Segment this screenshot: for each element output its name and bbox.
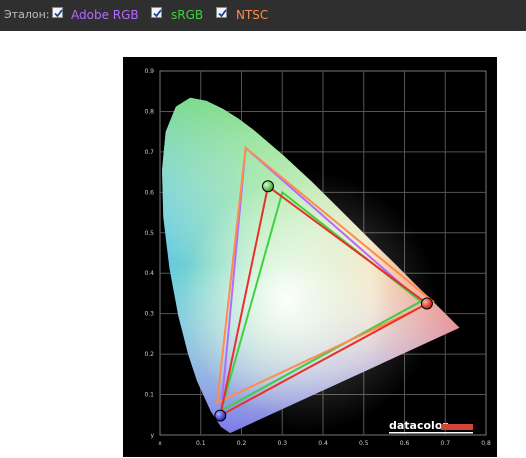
ntsc-checkbox[interactable] xyxy=(216,7,227,18)
y-tick-label: 0.9 xyxy=(144,68,154,75)
y-tick-label: 0.4 xyxy=(144,270,154,277)
checkmark-icon xyxy=(153,9,162,18)
chart-svg: x 0.1 0.2 0.3 0.4 0.5 0.6 0.7 0.8 y 0.1 0.2 0.3 0.4 0.… xyxy=(144,68,491,447)
primary-point xyxy=(214,409,227,422)
x-tick-label: 0.4 xyxy=(318,440,328,447)
primary-point xyxy=(420,297,433,310)
x-tick-label: 0.2 xyxy=(237,440,247,447)
x-tick-label: x xyxy=(158,440,162,447)
checkmark-icon xyxy=(218,9,227,18)
y-tick-label: 0.3 xyxy=(144,311,154,318)
y-tick-label: 0.8 xyxy=(144,108,154,115)
y-tick-label: 0.7 xyxy=(144,149,154,156)
primary-point xyxy=(261,180,274,193)
ntsc-label[interactable]: NTSC xyxy=(236,8,268,22)
checkmark-icon xyxy=(54,9,63,18)
spectral-locus xyxy=(162,97,460,433)
y-tick-label: 0.5 xyxy=(144,230,154,237)
x-tick-label: 0.3 xyxy=(277,440,287,447)
standards-toolbar: Эталон: Adobe RGB sRGB NTSC xyxy=(0,0,526,31)
x-tick-label: 0.7 xyxy=(440,440,450,447)
standard-label: Эталон: xyxy=(4,8,50,21)
srgb-checkbox[interactable] xyxy=(151,7,162,18)
adobe-rgb-checkbox[interactable] xyxy=(52,7,63,18)
x-tick-label: 0.8 xyxy=(481,440,491,447)
cie-chromaticity-chart: x 0.1 0.2 0.3 0.4 0.5 0.6 0.7 0.8 y 0.1 0.2 0.3 0.4 0.… xyxy=(123,57,497,457)
y-tick-label: y xyxy=(150,432,154,439)
datacolor-logo: datacolor xyxy=(389,419,473,434)
y-tick-label: 0.2 xyxy=(144,351,154,358)
x-tick-label: 0.6 xyxy=(400,440,410,447)
srgb-label[interactable]: sRGB xyxy=(171,8,203,22)
adobe-rgb-label[interactable]: Adobe RGB xyxy=(71,8,139,22)
y-tick-label: 0.6 xyxy=(144,189,154,196)
x-tick-label: 0.1 xyxy=(196,440,206,447)
x-tick-label: 0.5 xyxy=(359,440,369,447)
watermark-text: datacolor xyxy=(389,419,448,432)
y-tick-label: 0.1 xyxy=(144,392,154,399)
